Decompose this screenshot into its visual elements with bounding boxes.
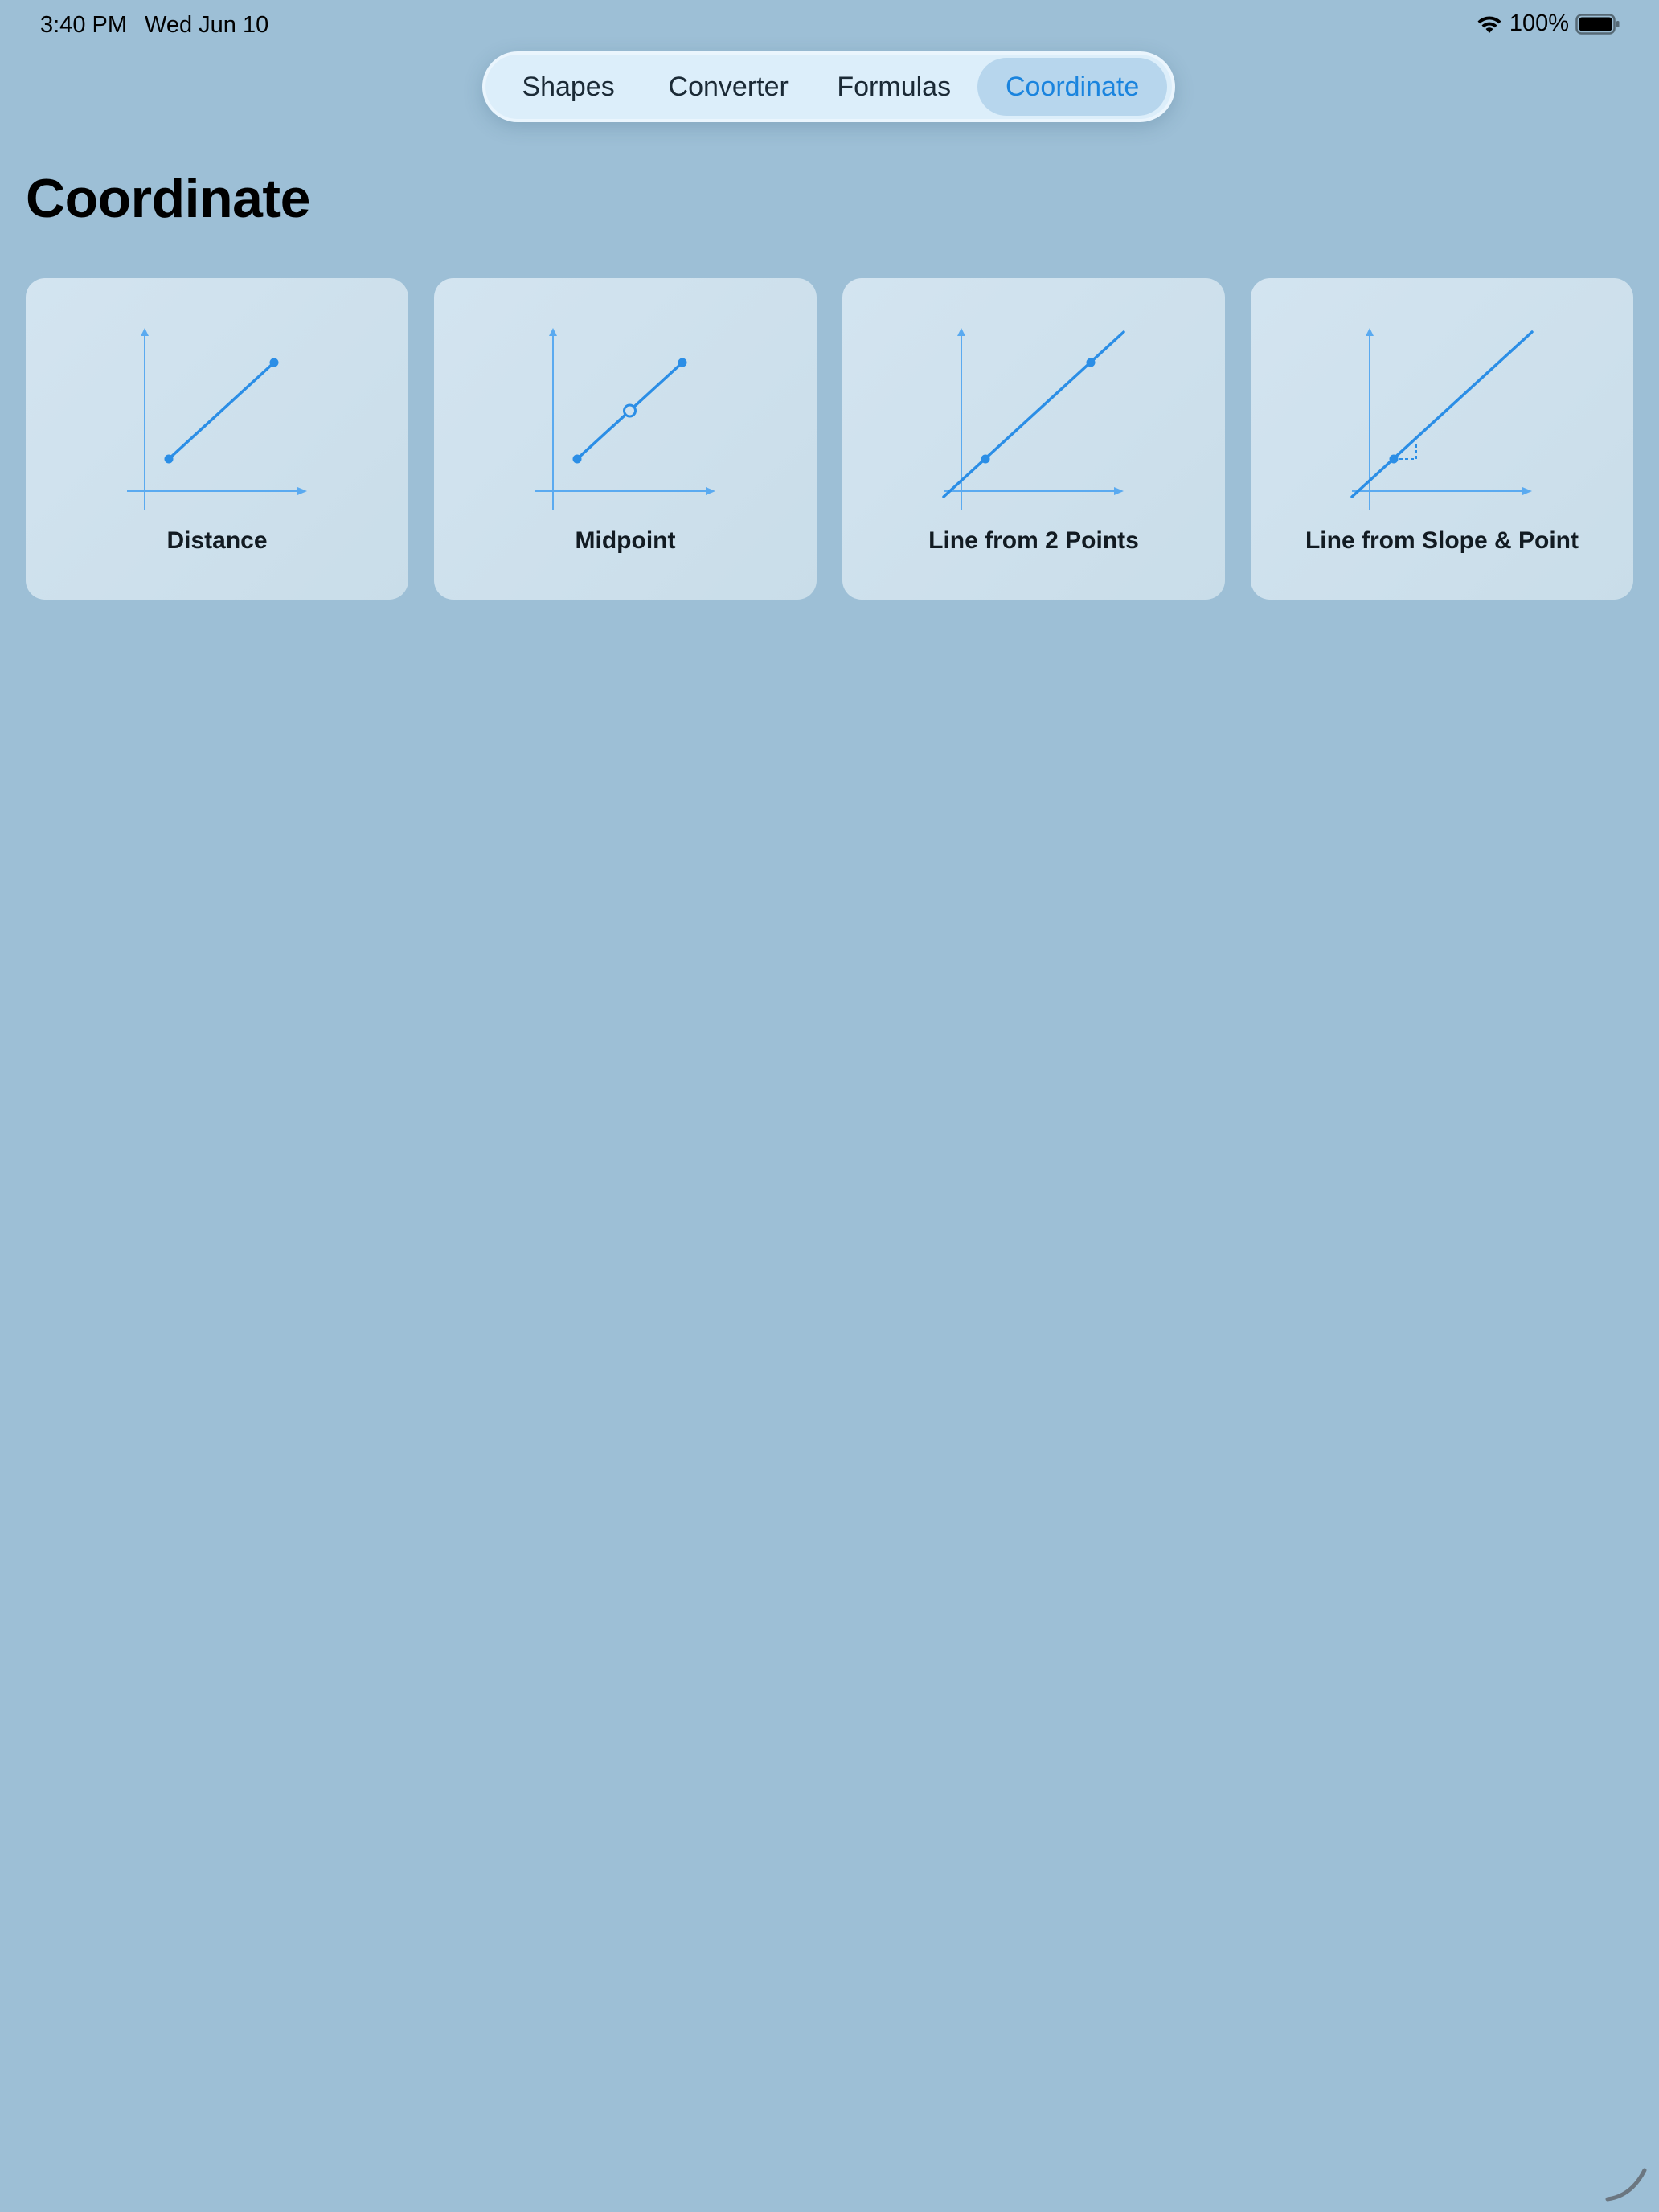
tab-shapes[interactable]: Shapes [490,58,646,116]
status-bar: 3:40 PM Wed Jun 10 100% [0,0,1659,51]
line-two-points-graph-icon [942,328,1125,510]
card-midpoint[interactable]: Midpoint [434,278,817,600]
card-grid: Distance Midpoint Line from 2 Points Lin… [26,278,1633,600]
battery-icon [1575,13,1620,35]
corner-indicator-icon [1605,2168,1647,2202]
tab-coordinate[interactable]: Coordinate [977,58,1168,116]
card-label: Line from Slope & Point [1305,527,1579,554]
tab-bar: Shapes Converter Formulas Coordinate [482,51,1175,122]
tab-converter[interactable]: Converter [646,58,810,116]
status-date: Wed Jun 10 [145,12,269,38]
card-label: Midpoint [575,527,676,554]
card-line-from-slope-and-point[interactable]: Line from Slope & Point [1251,278,1633,600]
card-distance[interactable]: Distance [26,278,408,600]
line-slope-point-graph-icon [1350,328,1534,510]
page-title: Coordinate [26,168,310,229]
wifi-icon [1476,14,1503,35]
tab-formulas[interactable]: Formulas [810,58,977,116]
distance-graph-icon [127,328,307,510]
card-line-from-2-points[interactable]: Line from 2 Points [842,278,1225,600]
status-time: 3:40 PM [40,12,127,38]
battery-percent: 100% [1509,10,1569,36]
card-label: Line from 2 Points [928,527,1139,554]
status-right: 100% [1476,10,1620,37]
status-left: 3:40 PM Wed Jun 10 [40,12,268,39]
midpoint-graph-icon [535,328,715,510]
card-label: Distance [166,527,268,554]
